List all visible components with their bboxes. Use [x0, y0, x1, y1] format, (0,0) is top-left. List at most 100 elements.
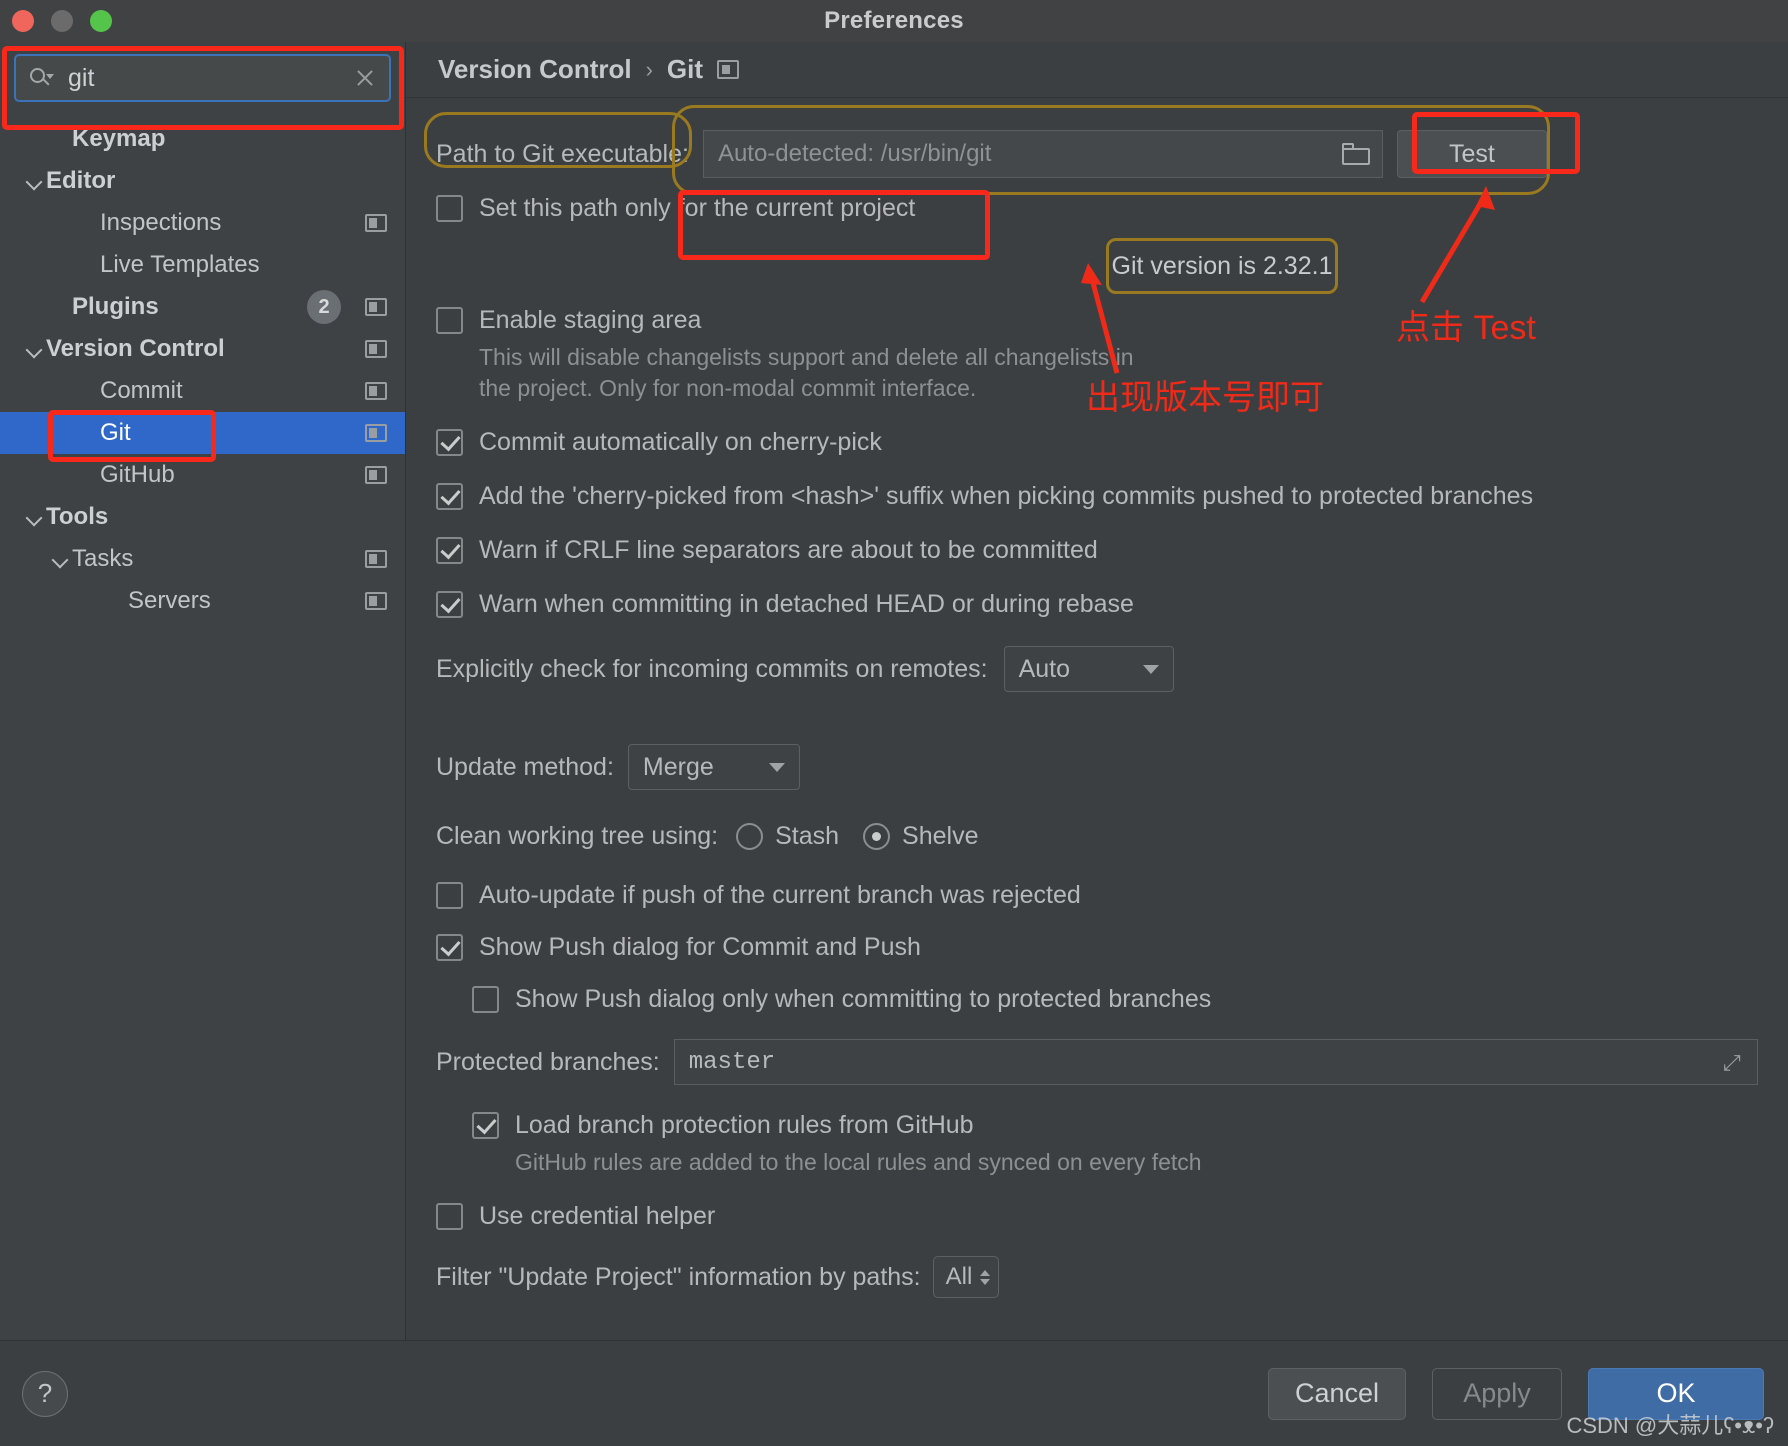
dialog-footer: ? Cancel Apply OK CSDN @大蒜儿ʕ•ᴥ•ʔ: [0, 1340, 1788, 1446]
close-window-button[interactable]: [12, 10, 34, 32]
search-input[interactable]: git: [54, 64, 351, 93]
enable-staging-checkbox[interactable]: [436, 307, 463, 334]
git-option-checkbox[interactable]: [436, 591, 463, 618]
stash-radio-label[interactable]: Stash: [775, 822, 839, 851]
test-button[interactable]: Test: [1396, 130, 1547, 178]
filter-update-project-stepper[interactable]: All: [932, 1256, 1000, 1298]
sidebar-item-label: Tasks: [72, 545, 134, 572]
set-path-only-row[interactable]: Set this path only for the current proje…: [436, 192, 1758, 224]
git-path-input[interactable]: Auto-detected: /usr/bin/git: [702, 130, 1383, 178]
sidebar-item-tools[interactable]: Tools: [0, 496, 405, 538]
git-option-row[interactable]: Warn when committing in detached HEAD or…: [436, 588, 1758, 620]
incoming-commits-select[interactable]: Auto: [1003, 646, 1174, 692]
protected-branches-input[interactable]: master: [673, 1039, 1758, 1085]
sidebar-item-label: GitHub: [100, 461, 175, 488]
git-option-label: Commit automatically on cherry-pick: [479, 428, 882, 456]
git-path-label: Path to Git executable:: [436, 139, 689, 168]
git-path-row: Path to Git executable: Auto-detected: /…: [436, 130, 1758, 178]
panel-icon[interactable]: [717, 60, 740, 79]
chevron-down-icon: [1142, 664, 1159, 674]
sidebar-item-tasks[interactable]: Tasks: [0, 538, 405, 580]
show-push-dialog-checkbox[interactable]: [436, 934, 463, 961]
update-method-select[interactable]: Merge: [627, 744, 800, 790]
sidebar-item-servers[interactable]: Servers: [0, 580, 405, 622]
clean-working-tree-label: Clean working tree using:: [436, 822, 719, 850]
panel-icon[interactable]: [365, 214, 387, 232]
chevron-down-icon[interactable]: [24, 170, 46, 192]
incoming-commits-value: Auto: [1018, 654, 1070, 683]
ok-button[interactable]: OK: [1588, 1367, 1764, 1420]
apply-button[interactable]: Apply: [1432, 1367, 1562, 1420]
sidebar-item-keymap[interactable]: Keymap: [0, 118, 405, 160]
stash-radio[interactable]: [736, 823, 764, 850]
credential-helper-row[interactable]: Use credential helper: [436, 1200, 1758, 1232]
credential-helper-label: Use credential helper: [479, 1202, 716, 1230]
show-push-protected-checkbox[interactable]: [472, 986, 499, 1013]
search-container: git: [0, 42, 405, 112]
sidebar-item-git[interactable]: Git: [0, 412, 405, 454]
sidebar-badge: 2: [307, 290, 341, 324]
auto-update-label: Auto-update if push of the current branc…: [479, 881, 1081, 909]
show-push-dialog-label: Show Push dialog for Commit and Push: [479, 933, 921, 961]
show-push-dialog-row[interactable]: Show Push dialog for Commit and Push: [436, 931, 1758, 963]
shelve-radio[interactable]: [863, 823, 891, 850]
git-path-placeholder: Auto-detected: /usr/bin/git: [717, 140, 992, 167]
chevron-down-icon[interactable]: [50, 548, 72, 570]
search-box[interactable]: git: [14, 54, 391, 102]
sidebar-item-version-control[interactable]: Version Control: [0, 328, 405, 370]
git-option-row[interactable]: Commit automatically on cherry-pick: [436, 426, 1758, 458]
breadcrumb-parent[interactable]: Version Control: [438, 54, 632, 85]
sidebar-item-github[interactable]: GitHub: [0, 454, 405, 496]
panel-icon[interactable]: [365, 424, 387, 442]
settings-sidebar: git Keymap Editor Inspections Live Template…: [0, 42, 406, 1340]
shelve-radio-label[interactable]: Shelve: [902, 822, 978, 851]
sidebar-item-editor[interactable]: Editor: [0, 160, 405, 202]
enable-staging-help-line-2: the project. Only for non-modal commit i…: [479, 375, 977, 401]
panel-icon[interactable]: [365, 466, 387, 484]
expand-icon[interactable]: [1723, 1051, 1745, 1073]
sidebar-item-inspections[interactable]: Inspections: [0, 202, 405, 244]
zoom-window-button[interactable]: [90, 10, 112, 32]
title-bar: Preferences: [0, 0, 1788, 42]
enable-staging-help-line-1: This will disable changelists support an…: [479, 344, 1134, 370]
git-option-row[interactable]: Add the 'cherry-picked from <hash>' suff…: [436, 480, 1758, 512]
panel-icon[interactable]: [365, 340, 387, 358]
auto-update-checkbox[interactable]: [436, 882, 463, 909]
sidebar-item-live-templates[interactable]: Live Templates: [0, 244, 405, 286]
protected-branches-value: master: [688, 1048, 776, 1076]
panel-icon[interactable]: [365, 592, 387, 610]
sidebar-item-commit[interactable]: Commit: [0, 370, 405, 412]
show-push-protected-row[interactable]: Show Push dialog only when committing to…: [472, 983, 1758, 1015]
git-option-checkbox[interactable]: [436, 537, 463, 564]
incoming-commits-label: Explicitly check for incoming commits on…: [436, 654, 988, 683]
sidebar-item-label: Inspections: [100, 209, 222, 236]
git-option-checkbox[interactable]: [436, 483, 463, 510]
traffic-lights: [12, 10, 112, 32]
auto-update-row[interactable]: Auto-update if push of the current branc…: [436, 879, 1758, 911]
load-branch-rules-help: GitHub rules are added to the local rule…: [515, 1149, 1202, 1175]
git-option-checkbox[interactable]: [436, 429, 463, 456]
credential-helper-checkbox[interactable]: [436, 1203, 463, 1230]
git-option-row[interactable]: Warn if CRLF line separators are about t…: [436, 534, 1758, 566]
help-button[interactable]: ?: [22, 1370, 68, 1417]
clear-search-icon[interactable]: [351, 64, 379, 92]
chevron-down-icon[interactable]: [24, 506, 46, 528]
chevron-down-icon[interactable]: [24, 338, 46, 360]
sidebar-item-label: Version Control: [46, 335, 225, 362]
panel-icon[interactable]: [365, 298, 387, 316]
protected-branches-row: Protected branches: master: [436, 1039, 1758, 1085]
filter-update-project-row: Filter "Update Project" information by p…: [436, 1256, 1758, 1298]
panel-icon[interactable]: [365, 382, 387, 400]
load-branch-rules-row[interactable]: Load branch protection rules from GitHub: [472, 1109, 1758, 1141]
sidebar-item-plugins[interactable]: Plugins 2: [0, 286, 405, 328]
load-branch-rules-checkbox[interactable]: [472, 1112, 499, 1139]
cancel-button[interactable]: Cancel: [1267, 1367, 1406, 1420]
minimize-window-button[interactable]: [51, 10, 73, 32]
enable-staging-row[interactable]: Enable staging area: [436, 304, 1758, 336]
window-body: git Keymap Editor Inspections Live Template…: [0, 42, 1788, 1340]
git-settings-content: Path to Git executable: Auto-detected: /…: [406, 98, 1788, 1298]
set-path-only-checkbox[interactable]: [436, 195, 463, 222]
load-branch-rules-label: Load branch protection rules from GitHub: [515, 1111, 974, 1139]
panel-icon[interactable]: [365, 550, 387, 568]
folder-icon[interactable]: [1341, 143, 1370, 165]
